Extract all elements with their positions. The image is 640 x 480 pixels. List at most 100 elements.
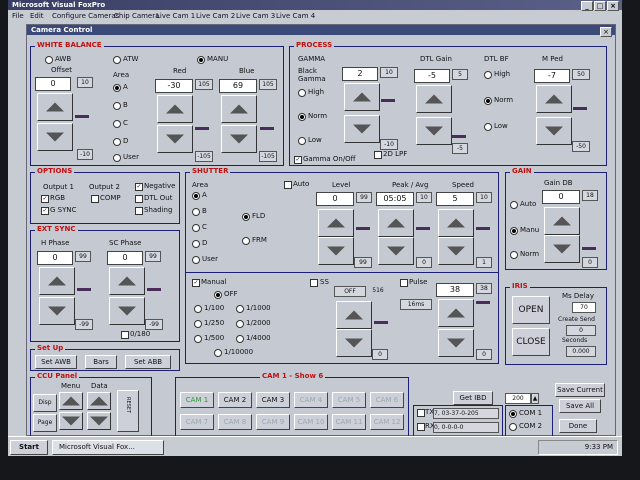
ibd-number-field[interactable]: 200 — [505, 393, 531, 404]
ms-delay-value[interactable]: 70 — [572, 302, 596, 313]
offset-down-arrow[interactable] — [37, 123, 73, 151]
gsync-checkbox[interactable]: ✓ — [41, 207, 49, 215]
cam-6-button[interactable]: CAM 6 — [370, 392, 404, 408]
shutter-area-user-radio[interactable] — [192, 256, 200, 264]
blue-value[interactable]: 69 — [219, 79, 257, 93]
dtl-bf-high-radio[interactable] — [484, 71, 492, 79]
ss-checkbox[interactable] — [310, 279, 318, 287]
speed-1-100-radio[interactable] — [194, 305, 202, 313]
speed-1-500-radio[interactable] — [194, 335, 202, 343]
set-abb-button[interactable]: Set ABB — [125, 355, 171, 369]
blue-down-arrow[interactable] — [221, 125, 257, 153]
ccu-menu-down-arrow[interactable] — [59, 412, 83, 430]
ss-value[interactable]: OFF — [334, 286, 366, 297]
cam-1-button[interactable]: CAM 1 — [180, 392, 214, 408]
peak-avg-down-arrow[interactable] — [378, 237, 414, 265]
dtl-bf-low-radio[interactable] — [484, 123, 492, 131]
black-gamma-down-arrow[interactable] — [344, 115, 380, 143]
red-value[interactable]: -30 — [155, 79, 193, 93]
level-value[interactable]: 0 — [316, 192, 354, 206]
cam-11-button[interactable]: CAM 11 — [332, 414, 366, 430]
com1-radio[interactable] — [509, 410, 517, 418]
menu-live-cam-3[interactable]: Live Cam 3 — [236, 11, 275, 22]
blue-up-arrow[interactable] — [221, 95, 257, 123]
scphase-value[interactable]: 0 — [107, 251, 143, 265]
taskbar-foxpro-button[interactable]: Microsoft Visual Fox... — [52, 440, 164, 455]
scphase-down-arrow[interactable] — [109, 297, 145, 325]
wb-area-a-radio[interactable] — [113, 84, 121, 92]
speed-up-arrow[interactable] — [438, 209, 474, 237]
menu-live-cam-4[interactable]: Live Cam 4 — [276, 11, 315, 22]
gain-down-arrow[interactable] — [544, 235, 580, 263]
speed-1-4000-radio[interactable] — [236, 335, 244, 343]
iris-close-button[interactable]: CLOSE — [512, 328, 550, 356]
shutter-area-d-radio[interactable] — [192, 240, 200, 248]
menu-configure-cameras[interactable]: Configure Cameras — [52, 11, 119, 22]
scphase-up-arrow[interactable] — [109, 267, 145, 295]
gamma-norm-radio[interactable] — [298, 113, 306, 121]
shutter-area-b-radio[interactable] — [192, 208, 200, 216]
red-up-arrow[interactable] — [157, 95, 193, 123]
atw-radio[interactable] — [113, 56, 121, 64]
mped-down-arrow[interactable] — [536, 117, 572, 145]
tx-checkbox[interactable] — [417, 409, 425, 417]
cam-8-button[interactable]: CAM 8 — [218, 414, 252, 430]
hphase-value[interactable]: 0 — [37, 251, 73, 265]
manu-radio[interactable] — [197, 56, 205, 64]
dtl-gain-up-arrow[interactable] — [416, 85, 452, 113]
negative-checkbox[interactable]: ✓ — [135, 183, 143, 191]
hphase-down-arrow[interactable] — [39, 297, 75, 325]
ss-up-arrow[interactable] — [336, 301, 372, 329]
cam-10-button[interactable]: CAM 10 — [294, 414, 328, 430]
menu-live-cam-2[interactable]: Live Cam 2 — [196, 11, 235, 22]
wb-area-b-radio[interactable] — [113, 102, 121, 110]
offset-value[interactable]: 0 — [35, 77, 71, 91]
red-down-arrow[interactable] — [157, 125, 193, 153]
ibd-spinner[interactable]: ▲ — [531, 393, 539, 404]
fld-radio[interactable] — [242, 213, 250, 221]
get-ibd-button[interactable]: Get IBD — [453, 391, 493, 405]
menu-chip-camera[interactable]: Chip Camera — [114, 11, 159, 22]
speed-down-arrow[interactable] — [438, 237, 474, 265]
mped-up-arrow[interactable] — [536, 85, 572, 113]
speed-1-10000-radio[interactable] — [214, 349, 222, 357]
level-down-arrow[interactable] — [318, 237, 354, 265]
black-gamma-value[interactable]: 2 — [342, 67, 378, 81]
peak-avg-up-arrow[interactable] — [378, 209, 414, 237]
peak-avg-value[interactable]: 05:05 — [376, 192, 414, 206]
cam-3-button[interactable]: CAM 3 — [256, 392, 290, 408]
set-awb-button[interactable]: Set AWB — [35, 355, 77, 369]
manual-checkbox[interactable]: ✓ — [192, 279, 200, 287]
dtl-out-checkbox[interactable] — [135, 195, 143, 203]
0-180-checkbox[interactable] — [121, 331, 129, 339]
reset-button[interactable]: RESET — [117, 390, 139, 432]
gain-auto-radio[interactable] — [510, 201, 518, 209]
done-button[interactable]: Done — [559, 419, 597, 433]
start-button[interactable]: Start — [10, 440, 48, 455]
cam-7-button[interactable]: CAM 7 — [180, 414, 214, 430]
shutter-area-c-radio[interactable] — [192, 224, 200, 232]
dtl-gain-value[interactable]: -5 — [414, 69, 450, 83]
rx-checkbox[interactable] — [417, 423, 425, 431]
shutter-area-a-radio[interactable] — [192, 192, 200, 200]
speed-1-1000-radio[interactable] — [236, 305, 244, 313]
offset-up-arrow[interactable] — [37, 93, 73, 121]
gain-norm-radio[interactable] — [510, 251, 518, 259]
save-all-button[interactable]: Save All — [559, 399, 601, 413]
mped-value[interactable]: -7 — [534, 69, 570, 83]
shutter-off-radio[interactable] — [214, 291, 222, 299]
hphase-up-arrow[interactable] — [39, 267, 75, 295]
menu-edit[interactable]: Edit — [30, 11, 44, 22]
pulse-checkbox[interactable] — [400, 279, 408, 287]
panel-close-button[interactable]: × — [600, 27, 612, 37]
menu-file[interactable]: File — [12, 11, 24, 22]
gain-manu-radio[interactable] — [510, 227, 518, 235]
page-button[interactable]: Page — [33, 414, 57, 432]
pulse-value[interactable]: 38 — [436, 283, 474, 297]
speed-1-250-radio[interactable] — [194, 320, 202, 328]
iris-open-button[interactable]: OPEN — [512, 296, 550, 324]
cam-5-button[interactable]: CAM 5 — [332, 392, 366, 408]
pulse-down-arrow[interactable] — [438, 329, 474, 357]
cam-12-button[interactable]: CAM 12 — [370, 414, 404, 430]
wb-area-c-radio[interactable] — [113, 120, 121, 128]
